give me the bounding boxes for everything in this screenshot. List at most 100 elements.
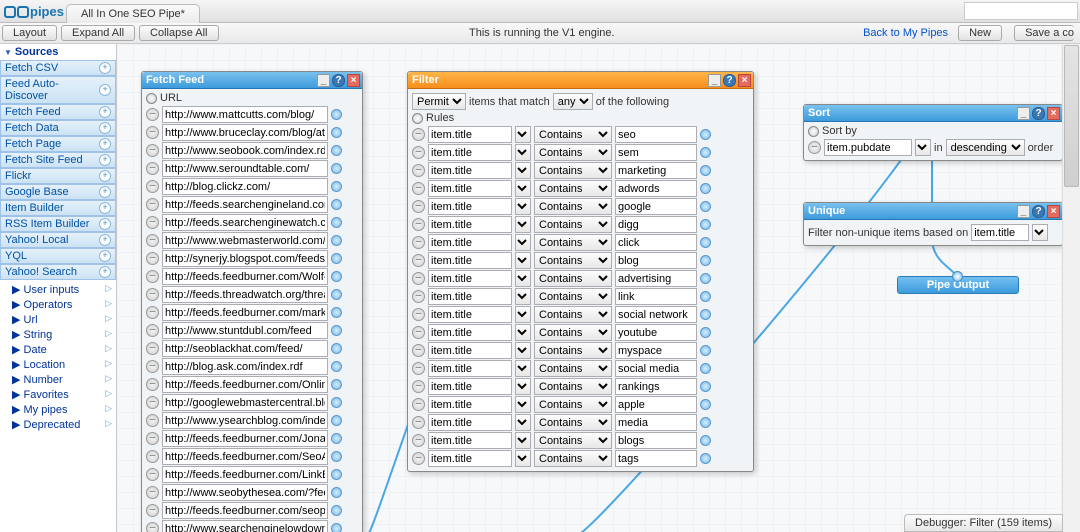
remove-row-button[interactable]: – (146, 126, 159, 139)
url-input[interactable] (162, 106, 328, 123)
field-picker[interactable] (515, 162, 531, 179)
url-input[interactable] (162, 124, 328, 141)
module-fetch-feed[interactable]: Fetch Feed _ ? × URL –––––––––––––––––––… (141, 71, 363, 532)
field-picker[interactable] (515, 252, 531, 269)
rule-field-input[interactable] (428, 288, 512, 305)
remove-row-button[interactable]: – (412, 362, 425, 375)
input-connector[interactable] (331, 379, 342, 390)
rule-op-select[interactable]: Contains (534, 360, 612, 377)
field-picker[interactable] (515, 288, 531, 305)
add-source-icon[interactable]: + (99, 122, 111, 134)
input-connector[interactable] (331, 451, 342, 462)
rule-op-select[interactable]: Contains (534, 414, 612, 431)
add-source-icon[interactable]: + (99, 234, 111, 246)
minimize-icon[interactable]: _ (708, 74, 721, 87)
remove-row-button[interactable]: – (412, 290, 425, 303)
rule-op-select[interactable]: Contains (534, 216, 612, 233)
add-source-icon[interactable]: + (99, 170, 111, 182)
remove-row-button[interactable]: – (412, 254, 425, 267)
add-source-icon[interactable]: + (99, 62, 111, 74)
url-input[interactable] (162, 142, 328, 159)
rule-field-input[interactable] (428, 270, 512, 287)
remove-row-button[interactable]: – (412, 398, 425, 411)
remove-row-button[interactable]: – (146, 378, 159, 391)
remove-row-button[interactable]: – (146, 216, 159, 229)
field-picker[interactable] (515, 342, 531, 359)
help-icon[interactable]: ? (723, 74, 736, 87)
remove-row-button[interactable]: – (412, 308, 425, 321)
rule-field-input[interactable] (428, 144, 512, 161)
module-filter[interactable]: Filter _ ? × Permit items that match any… (407, 71, 754, 472)
scrollbar-thumb[interactable] (1064, 45, 1079, 187)
pipe-canvas[interactable]: Fetch Feed _ ? × URL –––––––––––––––––––… (117, 44, 1080, 532)
source-item[interactable]: YQL+ (0, 248, 116, 264)
input-connector[interactable] (700, 327, 711, 338)
input-connector[interactable] (700, 273, 711, 284)
rule-op-select[interactable]: Contains (534, 306, 612, 323)
field-picker[interactable] (515, 432, 531, 449)
input-connector[interactable] (700, 381, 711, 392)
remove-row-button[interactable]: – (146, 324, 159, 337)
input-connector[interactable] (331, 127, 342, 138)
document-tab[interactable]: All In One SEO Pipe* (66, 4, 200, 23)
remove-row-button[interactable]: – (412, 182, 425, 195)
remove-row-button[interactable]: – (808, 141, 821, 154)
rule-value-input[interactable] (615, 216, 697, 233)
rule-op-select[interactable]: Contains (534, 342, 612, 359)
rule-value-input[interactable] (615, 126, 697, 143)
field-picker[interactable] (515, 144, 531, 161)
rule-value-input[interactable] (615, 198, 697, 215)
remove-row-button[interactable]: – (146, 432, 159, 445)
url-input[interactable] (162, 484, 328, 501)
add-source-icon[interactable]: + (99, 202, 111, 214)
permit-block-select[interactable]: Permit (412, 93, 466, 110)
expand-icon[interactable] (808, 126, 819, 137)
field-picker[interactable] (515, 378, 531, 395)
remove-row-button[interactable]: – (412, 164, 425, 177)
remove-row-button[interactable]: – (146, 486, 159, 499)
source-item[interactable]: RSS Item Builder+ (0, 216, 116, 232)
palette-section-user-inputs[interactable]: ▶ User inputs▷ (0, 282, 116, 297)
palette-section-my-pipes[interactable]: ▶ My pipes▷ (0, 402, 116, 417)
source-item[interactable]: Item Builder+ (0, 200, 116, 216)
input-connector[interactable] (700, 129, 711, 140)
rule-value-input[interactable] (615, 144, 697, 161)
remove-row-button[interactable]: – (146, 288, 159, 301)
palette-section-deprecated[interactable]: ▶ Deprecated▷ (0, 417, 116, 432)
url-input[interactable] (162, 340, 328, 357)
rule-op-select[interactable]: Contains (534, 252, 612, 269)
source-item[interactable]: Fetch Site Feed+ (0, 152, 116, 168)
add-source-icon[interactable]: + (99, 250, 111, 262)
rule-value-input[interactable] (615, 414, 697, 431)
source-item[interactable]: Yahoo! Local+ (0, 232, 116, 248)
input-connector[interactable] (331, 217, 342, 228)
source-item[interactable]: Fetch Page+ (0, 136, 116, 152)
url-input[interactable] (162, 376, 328, 393)
input-connector[interactable] (700, 309, 711, 320)
sort-order-select[interactable]: descending (946, 139, 1025, 156)
rule-field-input[interactable] (428, 234, 512, 251)
add-source-icon[interactable]: + (99, 154, 111, 166)
remove-row-button[interactable]: – (412, 344, 425, 357)
url-input[interactable] (162, 322, 328, 339)
close-icon[interactable]: × (1047, 107, 1060, 120)
source-item[interactable]: Fetch CSV+ (0, 60, 116, 76)
remove-row-button[interactable]: – (412, 452, 425, 465)
remove-row-button[interactable]: – (412, 416, 425, 429)
rule-op-select[interactable]: Contains (534, 234, 612, 251)
remove-row-button[interactable]: – (146, 342, 159, 355)
input-connector[interactable] (331, 415, 342, 426)
expand-all-button[interactable]: Expand All (61, 25, 135, 41)
url-input[interactable] (162, 502, 328, 519)
field-picker[interactable] (515, 396, 531, 413)
remove-row-button[interactable]: – (412, 272, 425, 285)
input-connector[interactable] (331, 343, 342, 354)
input-connector[interactable] (700, 237, 711, 248)
sources-section-header[interactable]: Sources (0, 44, 116, 60)
url-input[interactable] (162, 466, 328, 483)
field-picker[interactable] (915, 139, 931, 156)
add-source-icon[interactable]: + (99, 266, 111, 278)
new-button[interactable]: New (958, 25, 1002, 41)
top-search-input[interactable] (964, 2, 1078, 20)
add-source-icon[interactable]: + (99, 106, 111, 118)
